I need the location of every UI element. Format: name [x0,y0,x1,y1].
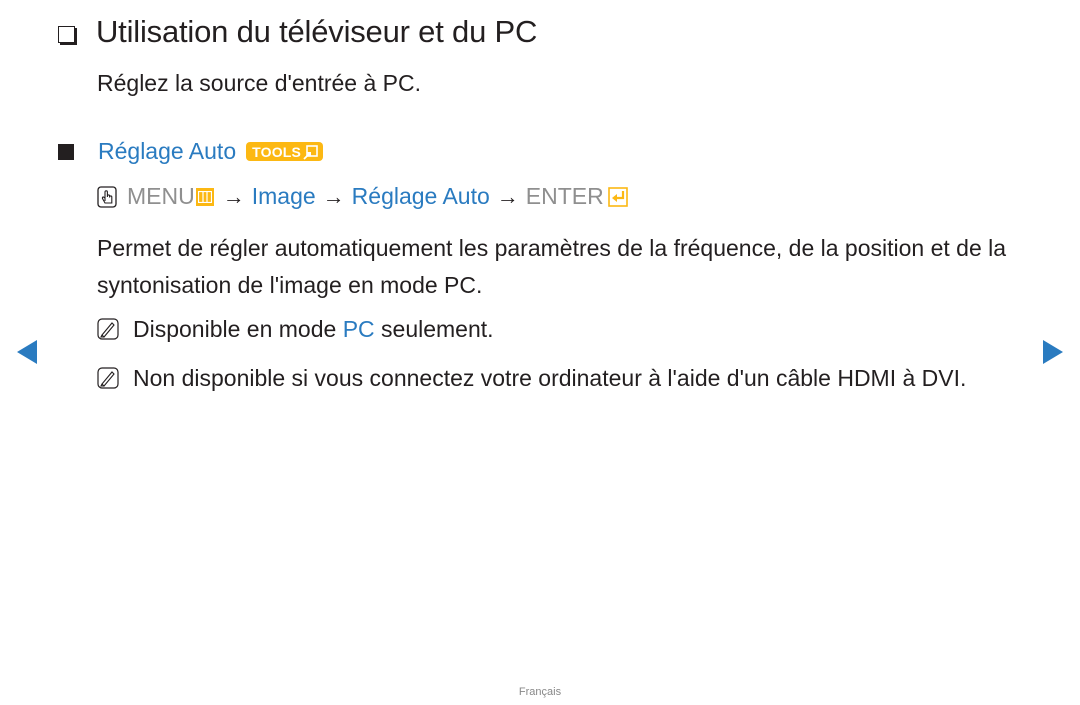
note-text: Disponible en mode PC seulement. [133,316,494,342]
remote-press-icon [97,185,117,208]
subsection-header: Réglage Auto TOOLS [58,138,324,165]
path-arrow: → [322,183,345,209]
page-title: Utilisation du téléviseur et du PC [96,14,538,49]
path-arrow: → [222,183,245,209]
tools-badge: TOOLS [246,142,324,161]
note-text: Non disponible si vous connectez votre o… [133,365,967,391]
footer-language: Français [518,686,562,698]
menu-path: MENU → Image → Réglage Auto → ENTER [97,183,628,210]
note-icon [97,318,119,340]
intro-text: Réglez la source d'entrée à PC. [97,70,422,96]
note-highlight-pc: PC [342,316,375,342]
note-item: Disponible en mode PC seulement. [97,311,1027,348]
note-icon [97,367,119,389]
tools-badge-label: TOOLS [252,144,302,160]
path-step-reglage-auto: Réglage Auto [351,183,490,209]
note-item: Non disponible si vous connectez votre o… [97,360,1027,397]
description-text: Permet de régler automatiquement les par… [97,235,1007,298]
previous-page-icon[interactable] [17,340,37,364]
menu-label: MENU [127,183,195,209]
square-bullet-icon [58,143,74,160]
next-page-icon[interactable] [1043,340,1063,364]
tools-icon [303,144,318,160]
path-arrow: → [496,183,519,209]
enter-label: ENTER [525,183,604,209]
section-header: Utilisation du téléviseur et du PC [58,14,537,50]
checkbox-bullet-icon [58,25,75,43]
enter-icon [607,186,628,207]
path-step-image: Image [251,183,316,209]
subsection-title: Réglage Auto [98,138,237,164]
menu-icon [195,187,214,206]
